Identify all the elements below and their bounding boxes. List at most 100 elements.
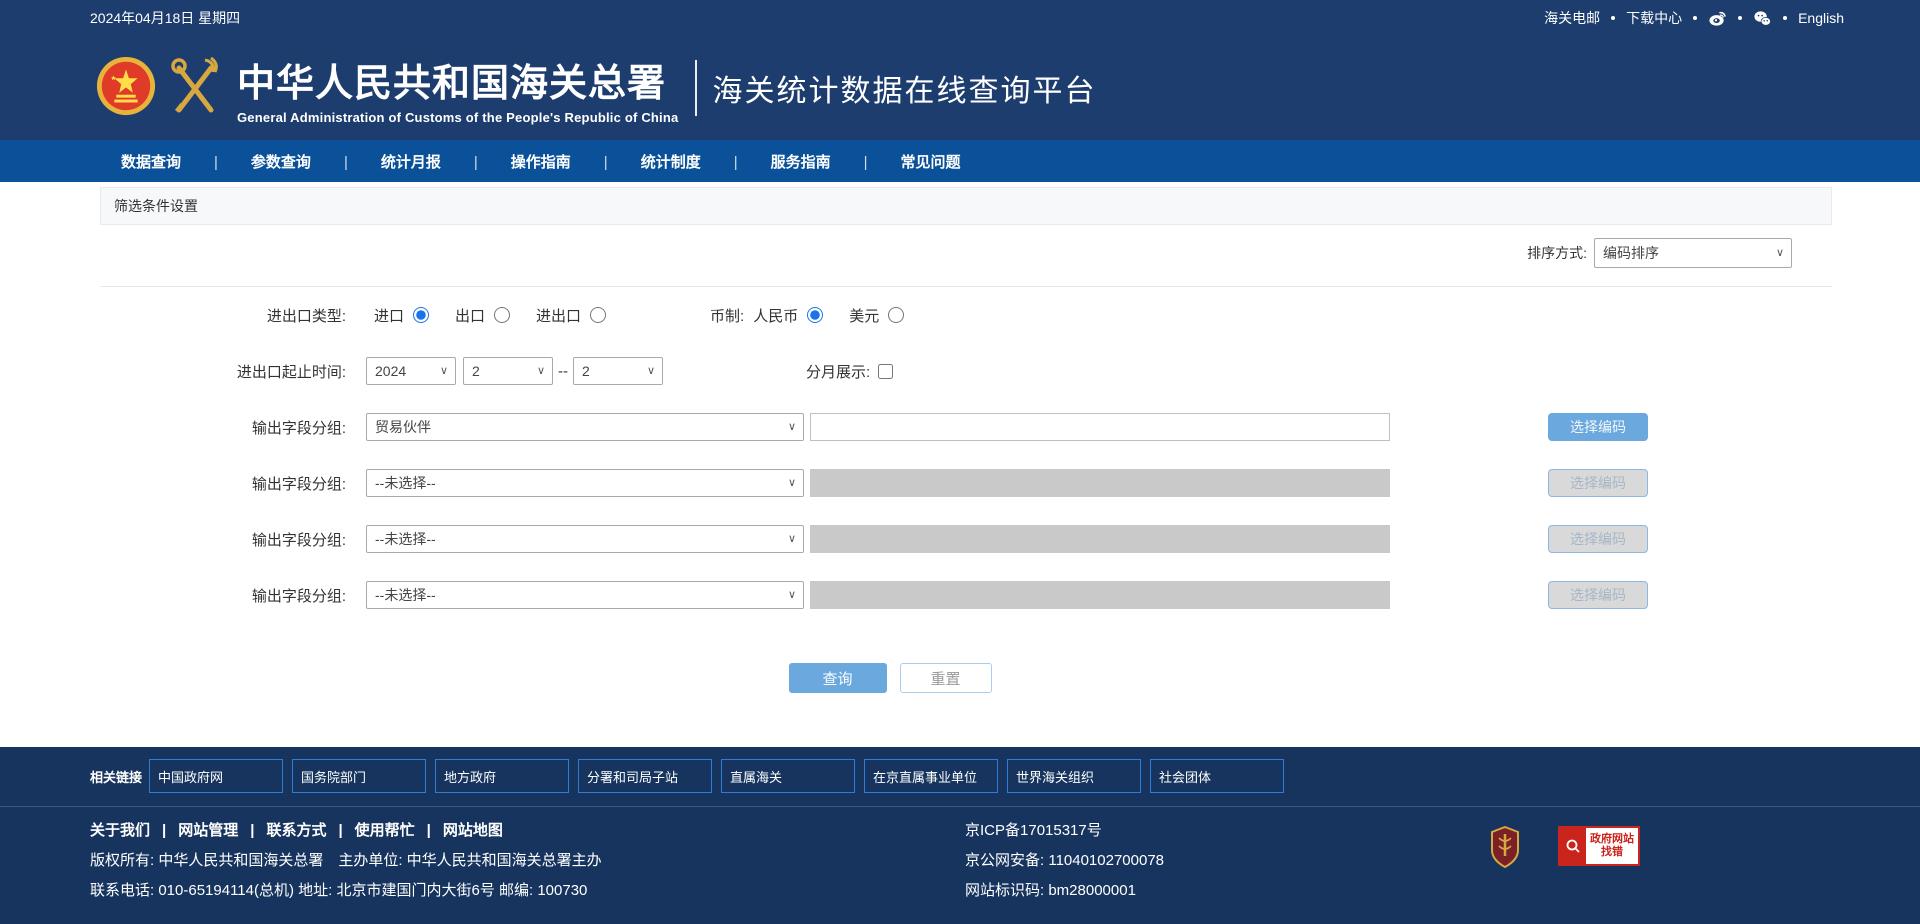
- national-emblem-icon: [95, 54, 157, 123]
- related-link-beijing-units[interactable]: 在京直属事业单位: [864, 759, 998, 793]
- sort-select[interactable]: 编码排序: [1594, 238, 1792, 268]
- trade-option-import-export[interactable]: 进出口: [536, 305, 606, 326]
- filter-section-title: 筛选条件设置: [114, 196, 198, 216]
- help-link[interactable]: 使用帮忙: [326, 822, 414, 839]
- weibo-icon[interactable]: [1708, 9, 1727, 28]
- contact-line: 联系电话: 010-65194114(总机) 地址: 北京市建国门内大街6号 邮…: [90, 876, 965, 906]
- icp-number: 京ICP备17015317号: [965, 816, 1490, 846]
- output-group-select-2[interactable]: --未选择--: [366, 469, 804, 497]
- trade-type-row: 进出口类型: 进口 出口 进出口 币制: 人民币 美元: [0, 287, 1920, 343]
- site-code: 网站标识码: bm28000001: [965, 876, 1490, 906]
- import-radio[interactable]: [413, 307, 429, 323]
- output-group-label: 输出字段分组:: [0, 473, 346, 494]
- current-date: 2024年04月18日 星期四: [90, 8, 240, 28]
- trade-type-label: 进出口类型:: [0, 305, 346, 326]
- related-link-social-orgs[interactable]: 社会团体: [1150, 759, 1284, 793]
- title-divider: [695, 60, 697, 116]
- export-radio[interactable]: [494, 307, 510, 323]
- select-code-button-3: 选择编码: [1548, 525, 1648, 553]
- gov-site-error-report-badge[interactable]: 政府网站 找错: [1558, 826, 1640, 866]
- output-group-row-4: 输出字段分组: --未选择-- ∨ 选择编码: [0, 567, 1920, 623]
- customs-mail-link[interactable]: 海关电邮: [1544, 8, 1600, 28]
- nav-item-statistics-system[interactable]: 统计制度: [571, 151, 701, 172]
- output-group-label: 输出字段分组:: [0, 585, 346, 606]
- rmb-radio[interactable]: [807, 307, 823, 323]
- trade-option-export[interactable]: 出口: [455, 305, 510, 326]
- year-select[interactable]: 2024: [366, 357, 456, 385]
- separator-dot: [1783, 16, 1787, 20]
- time-range-row: 进出口起止时间: 2024 ∨ 2 ∨ -- 2 ∨ 分月展示:: [0, 343, 1920, 399]
- trade-option-import[interactable]: 进口: [374, 305, 429, 326]
- topbar-links: 海关电邮 下载中心 English: [1544, 8, 1844, 28]
- nav-item-faq[interactable]: 常见问题: [831, 151, 961, 172]
- output-group-codes-input-1[interactable]: [810, 413, 1390, 441]
- nav-item-data-query[interactable]: 数据查询: [121, 151, 181, 172]
- output-group-codes-input-3: [810, 525, 1390, 553]
- filter-section-header: 筛选条件设置: [100, 187, 1832, 225]
- org-title-block: 中华人民共和国海关总署 General Administration of Cu…: [237, 52, 678, 125]
- footer-links-line: 关于我们网站管理联系方式使用帮忙网站地图: [90, 816, 965, 846]
- related-link-state-council[interactable]: 国务院部门: [292, 759, 426, 793]
- year-select-wrap: 2024 ∨: [366, 357, 456, 385]
- main-content: 筛选条件设置 排序方式: 编码排序 ∨ 进出口类型: 进口 出口 进出口 币制:…: [0, 187, 1920, 747]
- magnifier-icon: [1560, 828, 1586, 864]
- output-group-select-4[interactable]: --未选择--: [366, 581, 804, 609]
- customs-shield-badge[interactable]: [1490, 826, 1520, 879]
- footer-left-column: 关于我们网站管理联系方式使用帮忙网站地图 版权所有: 中华人民共和国海关总署 主…: [90, 816, 965, 906]
- output-group-row-1: 输出字段分组: 贸易伙伴 ∨ 选择编码: [0, 399, 1920, 455]
- sort-label: 排序方式:: [1527, 243, 1587, 263]
- nav-item-param-query[interactable]: 参数查询: [181, 151, 311, 172]
- output-group-select-3[interactable]: --未选择--: [366, 525, 804, 553]
- start-month-select[interactable]: 2: [463, 357, 553, 385]
- reset-button[interactable]: 重置: [900, 663, 992, 693]
- import-export-radio[interactable]: [590, 307, 606, 323]
- output-group-select-wrap: --未选择-- ∨: [366, 581, 804, 609]
- logo: [95, 54, 223, 123]
- download-center-link[interactable]: 下载中心: [1626, 8, 1682, 28]
- output-group-row-2: 输出字段分组: --未选择-- ∨ 选择编码: [0, 455, 1920, 511]
- related-link-gov-cn[interactable]: 中国政府网: [149, 759, 283, 793]
- sitemap-link[interactable]: 网站地图: [415, 822, 503, 839]
- related-link-direct-customs[interactable]: 直属海关: [721, 759, 855, 793]
- page: { "colors": { "brand_navy": "#1d3d6e", "…: [0, 0, 1920, 919]
- wechat-icon[interactable]: [1753, 9, 1772, 28]
- org-name-cn: 中华人民共和国海关总署: [237, 52, 678, 107]
- form-actions: 查询 重置: [0, 663, 1920, 693]
- select-code-button-4: 选择编码: [1548, 581, 1648, 609]
- currency-label: 币制:: [710, 305, 744, 326]
- about-us-link[interactable]: 关于我们: [90, 822, 150, 839]
- end-month-select-wrap: 2 ∨: [573, 357, 663, 385]
- usd-radio[interactable]: [888, 307, 904, 323]
- org-name-en: General Administration of Customs of the…: [237, 110, 678, 125]
- monthly-display-checkbox[interactable]: [878, 364, 893, 379]
- currency-option-rmb[interactable]: 人民币: [753, 305, 823, 326]
- separator-dot: [1738, 16, 1742, 20]
- copyright-line: 版权所有: 中华人民共和国海关总署 主办单位: 中华人民共和国海关总署主办: [90, 846, 965, 876]
- end-month-select[interactable]: 2: [573, 357, 663, 385]
- english-link[interactable]: English: [1798, 10, 1844, 26]
- related-link-branches[interactable]: 分署和司局子站: [578, 759, 712, 793]
- topbar: 2024年04月18日 星期四 海关电邮 下载中心 English: [0, 0, 1920, 36]
- select-code-button-1[interactable]: 选择编码: [1548, 413, 1648, 441]
- output-group-row-3: 输出字段分组: --未选择-- ∨ 选择编码: [0, 511, 1920, 567]
- site-management-link[interactable]: 网站管理: [150, 822, 238, 839]
- contact-link[interactable]: 联系方式: [238, 822, 326, 839]
- output-group-codes-input-4: [810, 581, 1390, 609]
- currency-option-usd[interactable]: 美元: [849, 305, 904, 326]
- nav-item-monthly-report[interactable]: 统计月报: [311, 151, 441, 172]
- footer-badges: 政府网站 找错: [1490, 816, 1640, 906]
- output-group-label: 输出字段分组:: [0, 529, 346, 550]
- main-nav: 数据查询 参数查询 统计月报 操作指南 统计制度 服务指南 常见问题: [0, 140, 1920, 182]
- output-group-select-1[interactable]: 贸易伙伴: [366, 413, 804, 441]
- related-link-wco[interactable]: 世界海关组织: [1007, 759, 1141, 793]
- start-month-select-wrap: 2 ∨: [463, 357, 553, 385]
- query-button[interactable]: 查询: [789, 663, 887, 693]
- range-separator: --: [558, 363, 568, 380]
- platform-title: 海关统计数据在线查询平台: [712, 66, 1096, 110]
- output-group-label: 输出字段分组:: [0, 417, 346, 438]
- related-link-local-gov[interactable]: 地方政府: [435, 759, 569, 793]
- nav-item-service-guide[interactable]: 服务指南: [701, 151, 831, 172]
- footer-bottom: 关于我们网站管理联系方式使用帮忙网站地图 版权所有: 中华人民共和国海关总署 主…: [0, 807, 1920, 906]
- nav-item-operation-guide[interactable]: 操作指南: [441, 151, 571, 172]
- header: 中华人民共和国海关总署 General Administration of Cu…: [0, 36, 1920, 140]
